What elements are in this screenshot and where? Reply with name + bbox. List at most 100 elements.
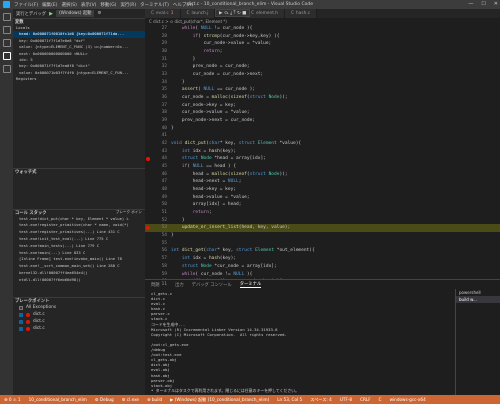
line-number: 37: [161, 102, 167, 108]
callstack-section-header[interactable]: コール スタック ブレーク ポイン: [13, 208, 145, 216]
status-item[interactable]: ▶ (Windows) 起動 (10_conditional_branch_el…: [170, 397, 269, 403]
variables-section-header[interactable]: 変数: [13, 18, 145, 25]
code-line: 48 head->key = key;: [145, 186, 500, 194]
breakpoint-label: dict.c: [33, 326, 45, 332]
line-code: cur_node = malloc(sizeof(struct Node));: [171, 95, 288, 101]
breakpoint-item[interactable]: dict.c: [13, 325, 145, 332]
panel-tab[interactable]: 出力: [175, 282, 184, 288]
callstack-frame[interactable]: test.exe!main_tests(...) Line 779 C: [13, 243, 145, 250]
breakpoint-item[interactable]: dict.c: [13, 318, 145, 325]
menu-item[interactable]: ファイル(F): [14, 2, 38, 8]
checkbox[interactable]: [19, 305, 23, 310]
line-number: 43: [161, 148, 167, 154]
status-item[interactable]: CRLF: [360, 397, 371, 402]
status-item[interactable]: ⊗ build: [147, 397, 162, 402]
status-item[interactable]: windows-gcc-x64: [390, 397, 426, 402]
debug-toolbar[interactable]: ▶ ⤼ ⤓ ⤒ ↻ ■: [215, 9, 251, 17]
source-control-icon[interactable]: [2, 39, 11, 47]
start-debug-icon[interactable]: ▶: [49, 11, 53, 17]
editor-area: Ceval.c1Claunch.jCdict.cCelement.hChash.…: [145, 9, 500, 292]
status-item[interactable]: ⊗ 0 ⚠ 1: [4, 397, 21, 402]
menu-item[interactable]: 表示(V): [81, 2, 97, 8]
line-number: 58: [161, 263, 167, 269]
code-line: 40}: [145, 125, 500, 133]
variable-row[interactable]: value: {ntype=ELEMENT_C_FUNC (3) u={numb…: [13, 44, 145, 50]
terminal-output[interactable]: cl_gets.c dict.c eval.c hash.c parser.c stack…: [151, 291, 451, 393]
line-number: 55: [161, 240, 167, 246]
status-item[interactable]: UTF-8: [340, 397, 352, 402]
status-item[interactable]: 10_conditional_branch_elim: [29, 397, 87, 402]
code-line: 41: [145, 132, 500, 140]
callstack-frame[interactable]: test.exe!dict_put(char * key, Element * …: [13, 216, 145, 223]
line-number: 36: [161, 95, 167, 101]
run-debug-icon[interactable]: [2, 52, 11, 60]
search-icon[interactable]: [2, 26, 11, 34]
editor-tab[interactable]: Ceval.c 1: [145, 9, 181, 18]
line-code: cur_node->key = key;: [171, 102, 237, 108]
extensions-icon[interactable]: [2, 65, 11, 73]
breakpoint-item[interactable]: All Exceptions: [13, 304, 145, 311]
terminal-instance[interactable]: powershell: [456, 289, 500, 296]
maximize-icon[interactable]: ☐: [481, 0, 485, 9]
editor-tab[interactable]: Celement.h: [245, 9, 285, 18]
panel-tab[interactable]: ターミナル: [239, 281, 262, 288]
line-number: 39: [161, 118, 167, 124]
callstack-frame[interactable]: kernel32.dll!00007ff4ea654e4(): [13, 270, 145, 277]
breadcrumb[interactable]: C dict.c > ⊙ dict_put(char*, Element *): [145, 18, 500, 25]
minimize-icon[interactable]: —: [468, 0, 473, 9]
code-line: 52 }: [145, 217, 500, 225]
line-number: 31: [161, 56, 167, 62]
callstack-title: コール スタック: [15, 210, 47, 216]
checkbox[interactable]: [19, 319, 23, 324]
menu-item[interactable]: 編集(E): [42, 2, 57, 8]
terminal-instance[interactable]: build w...: [456, 296, 500, 303]
callstack-frame[interactable]: test.exe!register_primitive(char * name,…: [13, 222, 145, 229]
callstack-frame[interactable]: test.exe!main(...) Line 833 C: [13, 250, 145, 257]
line-code: prev_node->next = cur_node;: [171, 118, 255, 124]
menu-item[interactable]: 移動(G): [100, 2, 116, 8]
callstack-frame[interactable]: ntdll.dll!00007ff6eb66d98(): [13, 277, 145, 284]
callstack-frame[interactable]: [Inline Frame] test.exe!invoke_main() Li…: [13, 256, 145, 263]
gear-icon[interactable]: ⚙: [97, 11, 101, 16]
menu-item[interactable]: ターミナル(T): [140, 2, 169, 8]
status-item[interactable]: スペース: 4: [310, 397, 332, 403]
callstack-frame[interactable]: test.exe!__scrt_common_main_seh() Line 2…: [13, 263, 145, 270]
watch-section-header[interactable]: ウォッチ式: [13, 167, 145, 175]
code-view[interactable]: 27 while( NULL != cur_node ){28 if( strc…: [145, 25, 500, 294]
editor-tab[interactable]: Chash.c: [284, 9, 318, 18]
line-number: 51: [161, 210, 167, 216]
menu-item[interactable]: 実行(R): [120, 2, 136, 8]
status-item[interactable]: ⚙ Debug: [95, 397, 114, 402]
menu-item[interactable]: 選択(S): [61, 2, 76, 8]
close-icon[interactable]: ✕: [494, 0, 498, 9]
breakpoint-label: dict.c: [33, 319, 45, 325]
code-line: 44 struct Node *head = array[idx];: [145, 155, 500, 163]
checkbox[interactable]: [19, 312, 23, 317]
status-item[interactable]: Ln 53, Col 5: [277, 397, 302, 402]
checkbox[interactable]: [19, 326, 23, 331]
tab-label: launch.j: [191, 11, 209, 16]
breakpoints-section-header[interactable]: ブレークポイント: [13, 297, 145, 304]
breakpoint-item[interactable]: dict.c: [13, 311, 145, 318]
code-line: 33 cur_node = cur_node->next;: [145, 71, 500, 79]
editor-tab[interactable]: Claunch.j: [180, 9, 216, 18]
callstack-frame[interactable]: test.exe!register_primitives(...) Line 4…: [13, 229, 145, 236]
status-item[interactable]: C: [379, 397, 382, 402]
run-config-select[interactable]: (Windows) 起動: [55, 10, 95, 17]
breakpoint-dot-icon: [26, 319, 30, 324]
code-line: 47 head->next = NULL;: [145, 178, 500, 186]
run-config-row: 実行とデバッグ ▶ (Windows) 起動 ⚙: [13, 9, 145, 18]
line-code: assert( NULL == cur_node );: [181, 87, 256, 93]
code-line: 35 assert( NULL == cur_node );: [145, 86, 500, 94]
panel-tab[interactable]: デバッグ コンソール: [192, 282, 232, 288]
line-number: 53: [161, 225, 167, 231]
line-code: cur_node = cur_node->next;: [171, 72, 264, 78]
callstack-frame[interactable]: test.exe!init_test_eval(...) Line 775 C: [13, 236, 145, 243]
explorer-icon[interactable]: [2, 13, 11, 21]
code-line: 43 int idx = hash(key);: [145, 148, 500, 156]
line-code: cur_node->value = *value;: [171, 110, 250, 116]
menu-item[interactable]: ヘルプ(H): [173, 2, 193, 8]
panel-tab[interactable]: 問題: [151, 282, 160, 288]
status-item[interactable]: ⚙ cl.exe: [122, 397, 139, 402]
code-line: 38 cur_node->value = *value;: [145, 109, 500, 117]
